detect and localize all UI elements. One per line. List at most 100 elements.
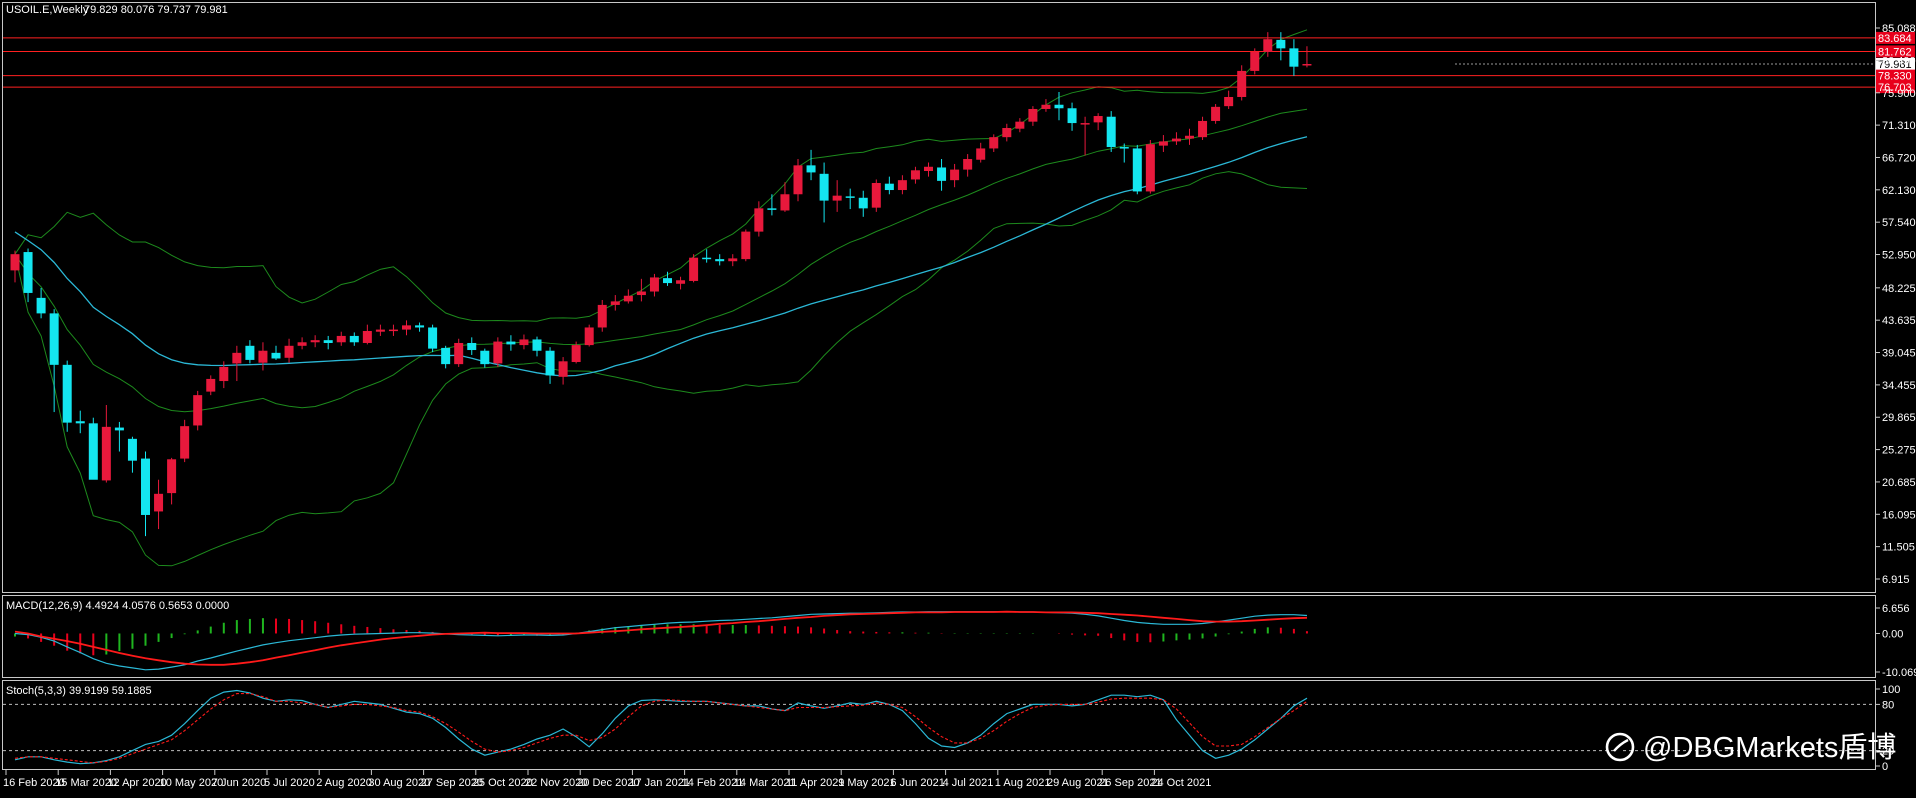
candle-body — [1211, 106, 1221, 121]
candle-body — [75, 421, 85, 424]
candle-body — [636, 291, 646, 296]
candle-body — [271, 352, 281, 359]
candle-body — [1080, 123, 1090, 125]
candle — [871, 179, 881, 212]
candle-body — [1263, 39, 1273, 52]
chart-canvas[interactable]: 83.68481.76279.98178.33076.703 85.08880.… — [0, 0, 1916, 793]
candle-body — [193, 395, 203, 426]
price-tick-label: 43.635 — [1882, 315, 1916, 327]
candle-body — [819, 173, 829, 201]
candle — [180, 419, 190, 463]
date-tick-label: 11 Apr 2021 — [786, 777, 845, 789]
price-tick-label: 6.915 — [1882, 574, 1910, 586]
candle — [584, 324, 594, 347]
price-tick-label: 66.720 — [1882, 152, 1916, 164]
candle-body — [1276, 39, 1286, 49]
candle-body — [584, 327, 594, 346]
candle-body — [728, 258, 738, 262]
candle-body — [454, 342, 464, 365]
candle — [62, 360, 72, 432]
date-tick-label: 24 Oct 2021 — [1151, 777, 1211, 789]
watermark: @DBGMarkets盾博 — [1605, 731, 1896, 764]
candle — [1211, 104, 1221, 124]
candle-body — [1289, 48, 1299, 67]
candle-body — [623, 295, 633, 302]
candle-body — [871, 182, 881, 208]
candle-body — [545, 350, 555, 376]
stoch-label: Stoch(5,3,3) 39.9199 59.1885 — [6, 685, 152, 697]
candle-body — [1237, 70, 1247, 97]
chart-title: USOIL.E,Weekly — [6, 4, 89, 16]
candle-body — [754, 208, 764, 232]
candle-body — [1171, 138, 1181, 142]
price-tick-label: 80.490 — [1882, 55, 1916, 67]
candle-body — [924, 166, 933, 171]
candle-body — [101, 426, 111, 481]
candle-body — [428, 327, 438, 349]
candle-body — [884, 183, 894, 191]
candle — [493, 337, 503, 367]
candle-body — [1198, 120, 1208, 138]
price-tick-label: 85.088 — [1882, 23, 1916, 35]
candle-body — [897, 180, 907, 191]
candle-body — [845, 196, 855, 198]
candle-body — [649, 277, 659, 292]
candle-body — [1002, 128, 1012, 138]
candle — [88, 417, 98, 480]
candle-body — [49, 313, 59, 365]
candle-body — [336, 335, 346, 343]
price-tick-label: 57.540 — [1882, 217, 1916, 229]
price-tick-label: 75.900 — [1882, 88, 1916, 100]
candle-body — [10, 254, 20, 271]
candle — [454, 338, 464, 367]
candle-body — [676, 280, 686, 284]
candle-body — [1158, 141, 1168, 146]
candle-body — [1119, 147, 1129, 149]
candle-body — [206, 378, 216, 392]
candle-body — [1041, 104, 1051, 109]
candle-body — [467, 342, 477, 351]
candle-body — [571, 345, 581, 363]
candle-body — [832, 195, 842, 201]
candle-body — [597, 304, 607, 328]
candle-body — [1185, 135, 1194, 139]
price-tick-label: 71.310 — [1882, 120, 1916, 132]
candle — [741, 229, 751, 262]
price-tick-label: 16.095 — [1882, 509, 1916, 521]
date-tick-label: 7 Jun 2020 — [212, 777, 266, 789]
ohlc-readout: 79.829 80.076 79.737 79.981 — [84, 4, 228, 16]
candle-body — [715, 259, 725, 262]
candle-body — [127, 438, 137, 461]
candle-body — [375, 329, 385, 332]
price-tick-label: 20.685 — [1882, 477, 1916, 489]
candle-body — [297, 342, 307, 346]
candle-body — [441, 347, 451, 365]
candle-body — [284, 345, 294, 358]
candle-body — [154, 493, 164, 512]
price-tick-label: 25.275 — [1882, 445, 1916, 457]
date-tick-label: 12 Apr 2020 — [107, 777, 166, 789]
candle-body — [963, 159, 973, 170]
candle-body — [1224, 96, 1234, 107]
candle-body — [219, 366, 229, 382]
candle-body — [480, 350, 490, 365]
candle-body — [36, 297, 46, 314]
candle-body — [349, 335, 359, 343]
candle-body — [62, 364, 72, 423]
candle — [428, 324, 438, 353]
stoch-tick-label: 80 — [1882, 699, 1894, 711]
candle-body — [362, 330, 372, 343]
candle-body — [950, 169, 960, 181]
candle-body — [663, 278, 672, 284]
candle-body — [23, 252, 33, 293]
date-tick-label: 5 Jul 2020 — [264, 777, 315, 789]
macd-tick-label: 0.00 — [1882, 628, 1903, 640]
candle-body — [532, 339, 542, 351]
watermark-text: @DBGMarkets盾博 — [1643, 731, 1896, 764]
candle-body — [1015, 121, 1025, 129]
chart-window[interactable]: 83.684 81.762 79.981 78.330 76.703 85.088 80.… — [0, 0, 1916, 793]
candle-body — [245, 345, 255, 360]
candle-body — [310, 340, 320, 343]
candle-body — [1250, 51, 1260, 71]
candle-body — [793, 165, 803, 195]
